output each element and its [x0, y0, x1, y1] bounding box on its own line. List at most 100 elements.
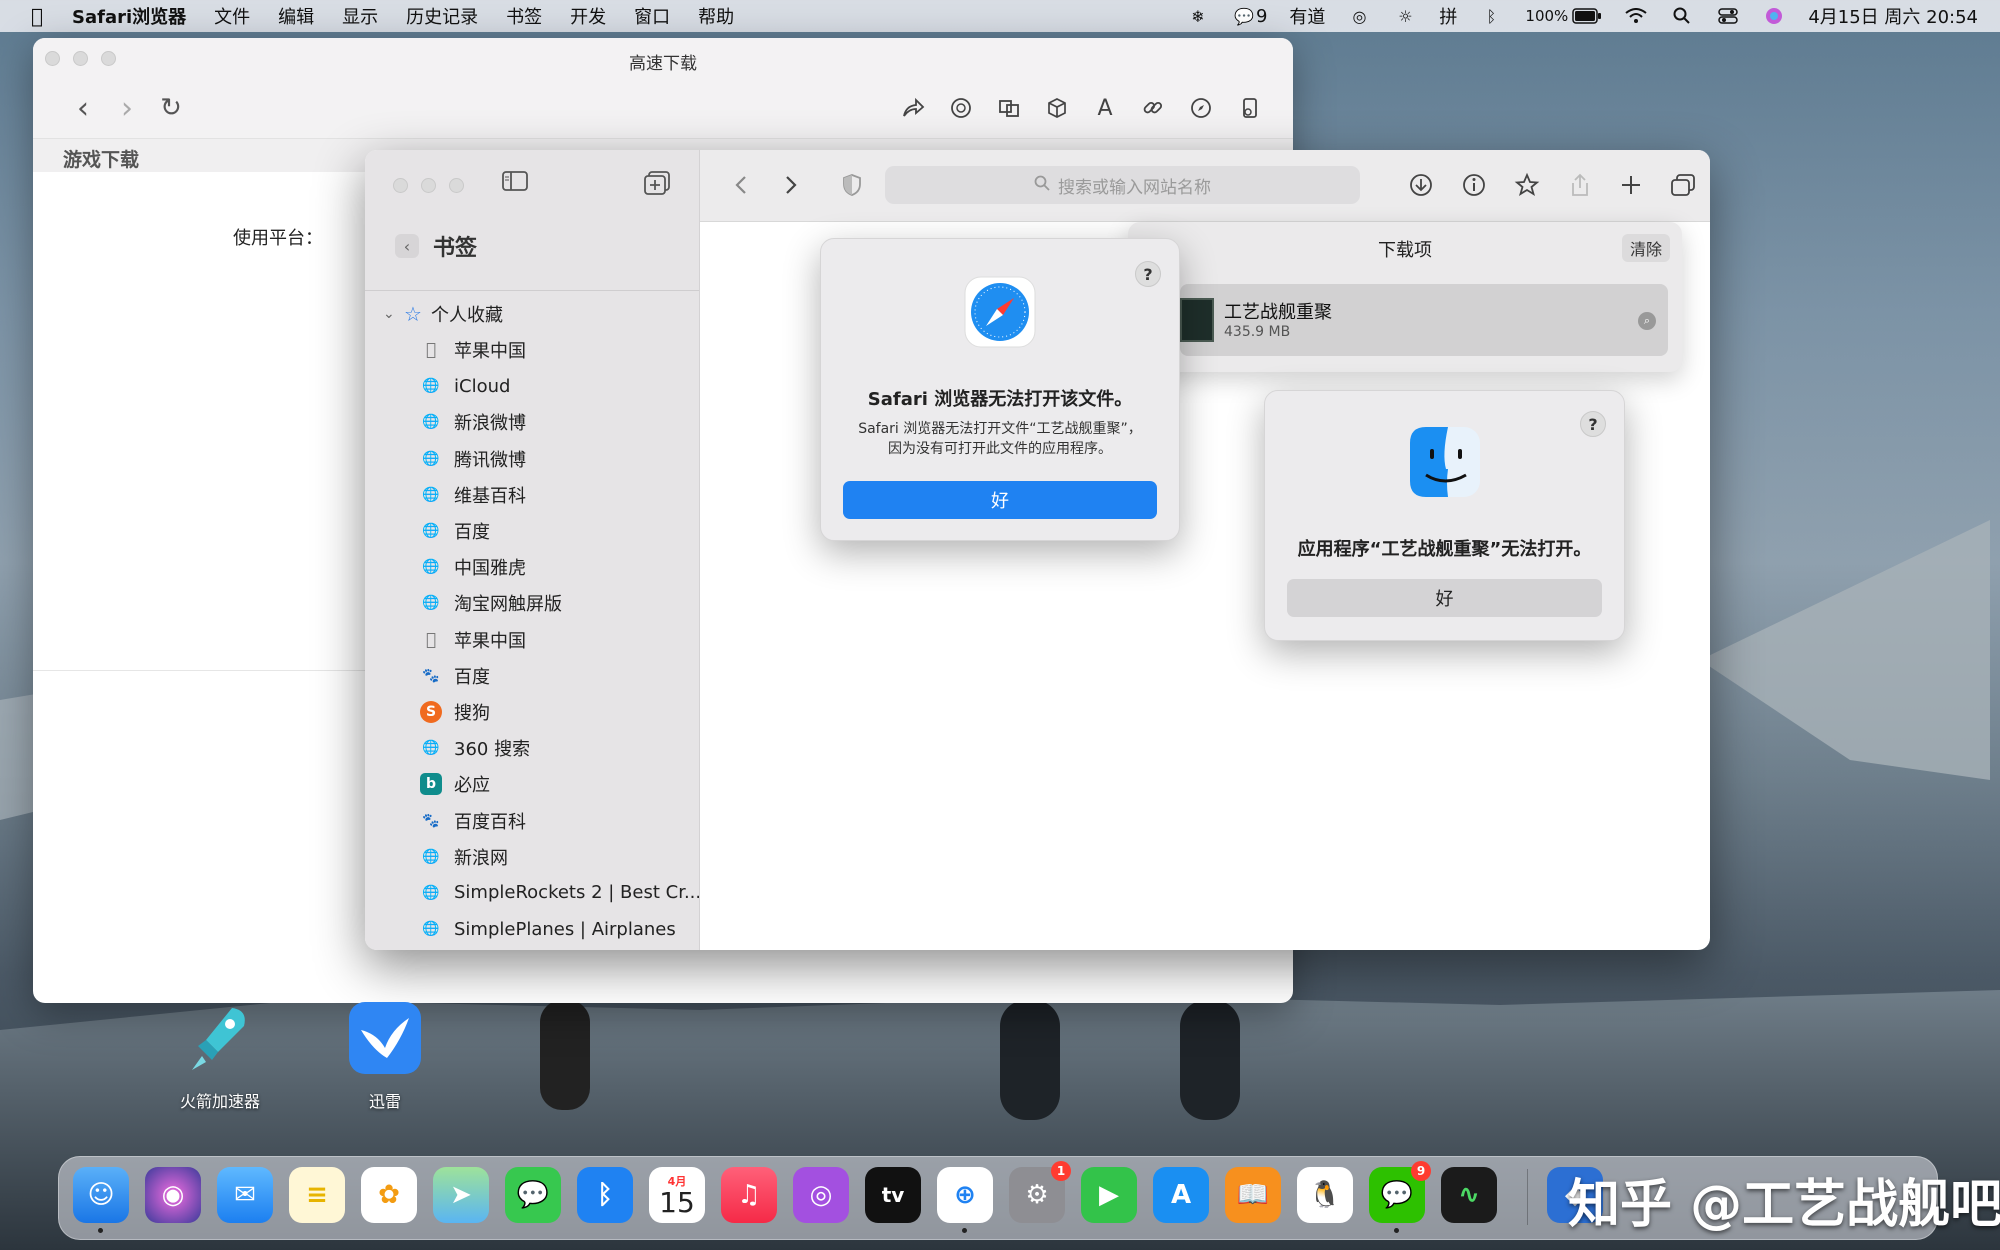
bookmarks-back-button[interactable]: ‹ [395, 234, 419, 258]
bookmark-item[interactable]: 🌐 腾讯微博 [365, 441, 699, 477]
bookmark-item[interactable]: 🌐 iCloud [365, 368, 699, 404]
menu-develop[interactable]: 开发 [570, 3, 606, 29]
bookmark-item[interactable]: 🌐 360 搜索 [365, 730, 699, 766]
safari-icon[interactable]: ⊕ [937, 1167, 993, 1233]
privacy-shield-icon[interactable] [835, 168, 869, 202]
qq-icon[interactable]: 🐧 [1297, 1167, 1353, 1223]
bookmark-item[interactable]: 🌐 SimplePlanes | Airplanes [365, 911, 699, 947]
back-arrow-icon[interactable]: ‹ [61, 88, 105, 128]
input-method[interactable]: 拼 [1439, 3, 1457, 29]
battery-status[interactable]: 100% [1525, 7, 1602, 25]
bookmark-item[interactable]: 🌐 百度 [365, 513, 699, 549]
menu-help[interactable]: 帮助 [698, 3, 734, 29]
forward-arrow-icon[interactable]: › [105, 88, 149, 128]
close-button[interactable] [393, 178, 408, 193]
calendar-icon[interactable]: 4月 15 [649, 1167, 705, 1223]
activity-monitor-icon[interactable]: ∿ [1441, 1167, 1497, 1223]
bluetooth-icon[interactable]: ᛒ [1479, 6, 1503, 26]
download-item[interactable]: 工艺战舰重聚 435.9 MB ⌕ [1180, 284, 1668, 356]
desktop-icon-xunlei[interactable]: 迅雷 [330, 1000, 440, 1112]
ok-button[interactable]: 好 [1287, 579, 1602, 617]
system-settings-icon[interactable]: ⚙ 1 [1009, 1161, 1071, 1223]
forward-arrow-icon[interactable] [774, 168, 808, 202]
share-arrow-icon[interactable] [889, 90, 937, 126]
help-button[interactable]: ? [1580, 411, 1606, 437]
favorites-folder[interactable]: ⌄ ☆ 个人收藏 [365, 296, 699, 332]
cube-icon[interactable] [1033, 90, 1081, 126]
clock[interactable]: 4月15日 周六 20:54 [1808, 3, 1978, 29]
compass-icon[interactable] [1177, 90, 1225, 126]
menu-bookmarks[interactable]: 书签 [506, 3, 542, 29]
desktop-icon-rocket[interactable]: 火箭加速器 [165, 1000, 275, 1112]
bluetooth-icon[interactable]: ᛒ [577, 1167, 633, 1223]
bookmark-item[interactable]: 🌐 新浪网 [365, 839, 699, 875]
menu-view[interactable]: 显示 [342, 3, 378, 29]
wifi-icon[interactable] [1624, 6, 1648, 26]
ok-button[interactable]: 好 [843, 481, 1157, 519]
mail-icon[interactable]: ✉ [217, 1167, 273, 1223]
device-icon[interactable] [1225, 90, 1273, 126]
airdrop-icon[interactable]: ◎ [1347, 6, 1371, 26]
books-icon[interactable]: 📖 [1225, 1167, 1281, 1223]
finder-icon[interactable]: ☺ [73, 1167, 129, 1233]
back-arrow-icon[interactable] [724, 168, 758, 202]
reveal-in-finder-icon[interactable]: ⌕ [1638, 312, 1656, 330]
bookmark-item[interactable]: 🌐 中国雅虎 [365, 549, 699, 585]
wechat-status[interactable]: 💬 9 [1232, 6, 1267, 27]
menu-file[interactable]: 文件 [214, 3, 250, 29]
menu-window[interactable]: 窗口 [634, 3, 670, 29]
wechat-icon[interactable]: 💬 9 [1369, 1161, 1431, 1233]
aperture-icon[interactable] [937, 90, 985, 126]
translate-icon[interactable] [985, 90, 1033, 126]
maps-icon[interactable]: ➤ [433, 1167, 489, 1223]
star-icon[interactable] [1510, 168, 1544, 202]
apple-icon:  [420, 339, 442, 361]
bookmark-item[interactable]: 🐾 百度 [365, 658, 699, 694]
share-icon[interactable] [1563, 168, 1597, 202]
bookmark-item[interactable]:  苹果中国 [365, 622, 699, 658]
sidebar-toggle-icon[interactable] [501, 170, 537, 200]
bookmark-item[interactable]: 🌐 淘宝网触屏版 [365, 585, 699, 621]
bookmark-item[interactable]: 🌐 新浪微博 [365, 404, 699, 440]
app-store-icon[interactable]: A [1153, 1167, 1209, 1223]
menu-history[interactable]: 历史记录 [406, 3, 478, 29]
minimize-button[interactable] [421, 178, 436, 193]
downloads-icon[interactable] [1404, 168, 1438, 202]
bookmark-item[interactable]: 🌐 SimpleRockets 2 | Best Cr... [365, 875, 699, 911]
control-center-icon[interactable] [1716, 6, 1740, 26]
spotlight-search-icon[interactable] [1670, 6, 1694, 26]
new-tab-group-icon[interactable] [643, 170, 677, 200]
menu-app-name[interactable]: Safari浏览器 [72, 3, 186, 29]
link-icon[interactable] [1129, 90, 1177, 126]
snowflake-icon[interactable]: ❄ [1186, 6, 1210, 26]
music-icon[interactable]: ♫ [721, 1167, 777, 1223]
youdao-status[interactable]: 有道 [1289, 3, 1325, 29]
font-size-icon[interactable]: A [1081, 90, 1129, 126]
reload-icon[interactable]: ↻ [149, 88, 193, 128]
address-bar[interactable]: 搜索或输入网站名称 [885, 166, 1360, 204]
messages-icon[interactable]: 💬 [505, 1167, 561, 1223]
clear-downloads-button[interactable]: 清除 [1621, 234, 1670, 262]
help-button[interactable]: ? [1135, 261, 1161, 287]
bookmark-item[interactable]: 🌐 维基百科 [365, 477, 699, 513]
bookmark-item[interactable]: S 搜狗 [365, 694, 699, 730]
photos-icon[interactable]: ✿ [361, 1167, 417, 1223]
bookmark-item[interactable]:  苹果中国 [365, 332, 699, 368]
bookmark-label: 维基百科 [454, 485, 526, 507]
bookmark-item[interactable]: 🐾 百度百科 [365, 802, 699, 838]
siri-icon[interactable] [1762, 6, 1786, 26]
siri-icon[interactable]: ◉ [145, 1167, 201, 1223]
brightness-icon[interactable]: ☼ [1393, 6, 1417, 26]
bookmark-item[interactable]: b 必应 [365, 766, 699, 802]
facetime-icon[interactable]: ▶ [1081, 1167, 1137, 1223]
zoom-button[interactable] [449, 178, 464, 193]
tab-overview-icon[interactable] [1666, 168, 1700, 202]
new-tab-icon[interactable] [1614, 168, 1648, 202]
chevron-down-icon[interactable]: ⌄ [383, 306, 399, 322]
podcasts-icon[interactable]: ◎ [793, 1167, 849, 1223]
apple-tv-icon[interactable]: tv [865, 1167, 921, 1223]
apple-menu-icon[interactable]:  [24, 4, 50, 28]
notes-icon[interactable]: ≡ [289, 1167, 345, 1223]
menu-edit[interactable]: 编辑 [278, 3, 314, 29]
info-icon[interactable] [1457, 168, 1491, 202]
